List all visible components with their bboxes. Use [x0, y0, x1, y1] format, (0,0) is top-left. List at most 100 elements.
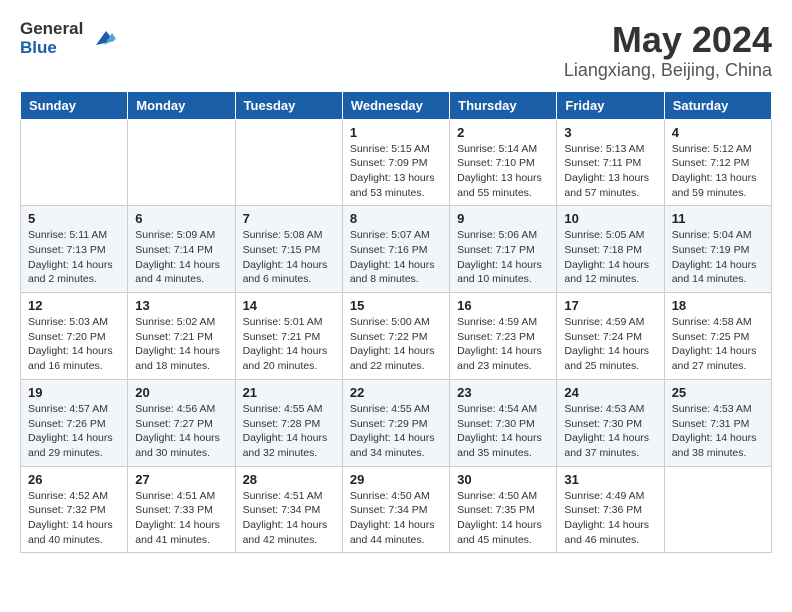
day-info: Sunrise: 4:50 AMSunset: 7:35 PMDaylight:…: [457, 489, 549, 548]
day-number: 23: [457, 385, 549, 400]
day-number: 8: [350, 211, 442, 226]
day-info: Sunrise: 4:54 AMSunset: 7:30 PMDaylight:…: [457, 402, 549, 461]
title-section: May 2024 Liangxiang, Beijing, China: [564, 20, 772, 81]
weekday-header-tuesday: Tuesday: [235, 91, 342, 119]
day-info: Sunrise: 5:03 AMSunset: 7:20 PMDaylight:…: [28, 315, 120, 374]
calendar-cell: 6 Sunrise: 5:09 AMSunset: 7:14 PMDaylight…: [128, 206, 235, 293]
calendar-cell: [664, 466, 771, 553]
day-number: 1: [350, 125, 442, 140]
calendar-cell: 14 Sunrise: 5:01 AMSunset: 7:21 PMDayligh…: [235, 293, 342, 380]
calendar-cell: [21, 119, 128, 206]
calendar-cell: 30 Sunrise: 4:50 AMSunset: 7:35 PMDayligh…: [450, 466, 557, 553]
calendar-week-row: 26 Sunrise: 4:52 AMSunset: 7:32 PMDayligh…: [21, 466, 772, 553]
day-info: Sunrise: 4:49 AMSunset: 7:36 PMDaylight:…: [564, 489, 656, 548]
day-number: 18: [672, 298, 764, 313]
day-number: 24: [564, 385, 656, 400]
day-number: 14: [243, 298, 335, 313]
weekday-header-sunday: Sunday: [21, 91, 128, 119]
day-info: Sunrise: 4:57 AMSunset: 7:26 PMDaylight:…: [28, 402, 120, 461]
day-info: Sunrise: 5:05 AMSunset: 7:18 PMDaylight:…: [564, 228, 656, 287]
day-number: 31: [564, 472, 656, 487]
day-info: Sunrise: 4:53 AMSunset: 7:30 PMDaylight:…: [564, 402, 656, 461]
calendar-cell: 31 Sunrise: 4:49 AMSunset: 7:36 PMDayligh…: [557, 466, 664, 553]
logo-blue: Blue: [20, 39, 57, 58]
calendar-cell: 23 Sunrise: 4:54 AMSunset: 7:30 PMDayligh…: [450, 379, 557, 466]
calendar-cell: 12 Sunrise: 5:03 AMSunset: 7:20 PMDayligh…: [21, 293, 128, 380]
day-info: Sunrise: 5:00 AMSunset: 7:22 PMDaylight:…: [350, 315, 442, 374]
day-info: Sunrise: 4:59 AMSunset: 7:24 PMDaylight:…: [564, 315, 656, 374]
day-info: Sunrise: 4:51 AMSunset: 7:34 PMDaylight:…: [243, 489, 335, 548]
day-info: Sunrise: 4:52 AMSunset: 7:32 PMDaylight:…: [28, 489, 120, 548]
day-number: 2: [457, 125, 549, 140]
day-info: Sunrise: 5:07 AMSunset: 7:16 PMDaylight:…: [350, 228, 442, 287]
day-number: 15: [350, 298, 442, 313]
calendar-cell: 29 Sunrise: 4:50 AMSunset: 7:34 PMDayligh…: [342, 466, 449, 553]
day-number: 19: [28, 385, 120, 400]
logo-icon: [86, 23, 116, 53]
day-info: Sunrise: 5:14 AMSunset: 7:10 PMDaylight:…: [457, 142, 549, 201]
calendar-cell: 15 Sunrise: 5:00 AMSunset: 7:22 PMDayligh…: [342, 293, 449, 380]
day-number: 16: [457, 298, 549, 313]
day-number: 29: [350, 472, 442, 487]
day-number: 7: [243, 211, 335, 226]
day-number: 27: [135, 472, 227, 487]
calendar-cell: 22Sunrise: 4:55 AMSunset: 7:29 PMDayligh…: [342, 379, 449, 466]
day-info: Sunrise: 5:06 AMSunset: 7:17 PMDaylight:…: [457, 228, 549, 287]
day-number: 25: [672, 385, 764, 400]
calendar-cell: 11Sunrise: 5:04 AMSunset: 7:19 PMDayligh…: [664, 206, 771, 293]
weekday-header-thursday: Thursday: [450, 91, 557, 119]
day-info: Sunrise: 4:51 AMSunset: 7:33 PMDaylight:…: [135, 489, 227, 548]
day-info: Sunrise: 5:09 AMSunset: 7:14 PMDaylight:…: [135, 228, 227, 287]
day-number: 30: [457, 472, 549, 487]
calendar-cell: 17 Sunrise: 4:59 AMSunset: 7:24 PMDayligh…: [557, 293, 664, 380]
calendar-cell: 3Sunrise: 5:13 AMSunset: 7:11 PMDaylight…: [557, 119, 664, 206]
day-info: Sunrise: 5:12 AMSunset: 7:12 PMDaylight:…: [672, 142, 764, 201]
calendar-cell: [128, 119, 235, 206]
day-number: 13: [135, 298, 227, 313]
day-number: 20: [135, 385, 227, 400]
calendar-cell: 10Sunrise: 5:05 AMSunset: 7:18 PMDayligh…: [557, 206, 664, 293]
weekday-header-friday: Friday: [557, 91, 664, 119]
calendar-cell: 8 Sunrise: 5:07 AMSunset: 7:16 PMDaylight…: [342, 206, 449, 293]
calendar-week-row: 5 Sunrise: 5:11 AMSunset: 7:13 PMDaylight…: [21, 206, 772, 293]
calendar-cell: 5 Sunrise: 5:11 AMSunset: 7:13 PMDaylight…: [21, 206, 128, 293]
day-info: Sunrise: 5:02 AMSunset: 7:21 PMDaylight:…: [135, 315, 227, 374]
calendar-cell: 2 Sunrise: 5:14 AMSunset: 7:10 PMDaylight…: [450, 119, 557, 206]
weekday-header-wednesday: Wednesday: [342, 91, 449, 119]
logo: General Blue: [20, 20, 116, 57]
calendar-cell: 4 Sunrise: 5:12 AMSunset: 7:12 PMDaylight…: [664, 119, 771, 206]
day-number: 5: [28, 211, 120, 226]
day-info: Sunrise: 4:58 AMSunset: 7:25 PMDaylight:…: [672, 315, 764, 374]
day-info: Sunrise: 4:55 AMSunset: 7:28 PMDaylight:…: [243, 402, 335, 461]
calendar-cell: 24 Sunrise: 4:53 AMSunset: 7:30 PMDayligh…: [557, 379, 664, 466]
day-number: 6: [135, 211, 227, 226]
month-year-title: May 2024: [564, 20, 772, 60]
calendar-cell: 27 Sunrise: 4:51 AMSunset: 7:33 PMDayligh…: [128, 466, 235, 553]
day-number: 26: [28, 472, 120, 487]
calendar-cell: 20 Sunrise: 4:56 AMSunset: 7:27 PMDayligh…: [128, 379, 235, 466]
day-info: Sunrise: 5:01 AMSunset: 7:21 PMDaylight:…: [243, 315, 335, 374]
calendar-cell: 25 Sunrise: 4:53 AMSunset: 7:31 PMDayligh…: [664, 379, 771, 466]
day-info: Sunrise: 4:50 AMSunset: 7:34 PMDaylight:…: [350, 489, 442, 548]
day-info: Sunrise: 5:04 AMSunset: 7:19 PMDaylight:…: [672, 228, 764, 287]
calendar-week-row: 12 Sunrise: 5:03 AMSunset: 7:20 PMDayligh…: [21, 293, 772, 380]
day-number: 12: [28, 298, 120, 313]
calendar-cell: 16 Sunrise: 4:59 AMSunset: 7:23 PMDayligh…: [450, 293, 557, 380]
day-number: 17: [564, 298, 656, 313]
day-number: 4: [672, 125, 764, 140]
weekday-header-monday: Monday: [128, 91, 235, 119]
calendar-cell: 18 Sunrise: 4:58 AMSunset: 7:25 PMDayligh…: [664, 293, 771, 380]
calendar-cell: 1Sunrise: 5:15 AMSunset: 7:09 PMDaylight…: [342, 119, 449, 206]
calendar-cell: 7Sunrise: 5:08 AMSunset: 7:15 PMDaylight…: [235, 206, 342, 293]
day-info: Sunrise: 4:59 AMSunset: 7:23 PMDaylight:…: [457, 315, 549, 374]
day-number: 22: [350, 385, 442, 400]
day-info: Sunrise: 5:11 AMSunset: 7:13 PMDaylight:…: [28, 228, 120, 287]
day-info: Sunrise: 4:56 AMSunset: 7:27 PMDaylight:…: [135, 402, 227, 461]
day-info: Sunrise: 4:53 AMSunset: 7:31 PMDaylight:…: [672, 402, 764, 461]
header: General Blue May 2024 Liangxiang, Beijin…: [20, 20, 772, 81]
location-subtitle: Liangxiang, Beijing, China: [564, 60, 772, 81]
calendar-cell: 19 Sunrise: 4:57 AMSunset: 7:26 PMDayligh…: [21, 379, 128, 466]
calendar-cell: 28Sunrise: 4:51 AMSunset: 7:34 PMDayligh…: [235, 466, 342, 553]
logo-general: General: [20, 20, 83, 39]
calendar-cell: [235, 119, 342, 206]
